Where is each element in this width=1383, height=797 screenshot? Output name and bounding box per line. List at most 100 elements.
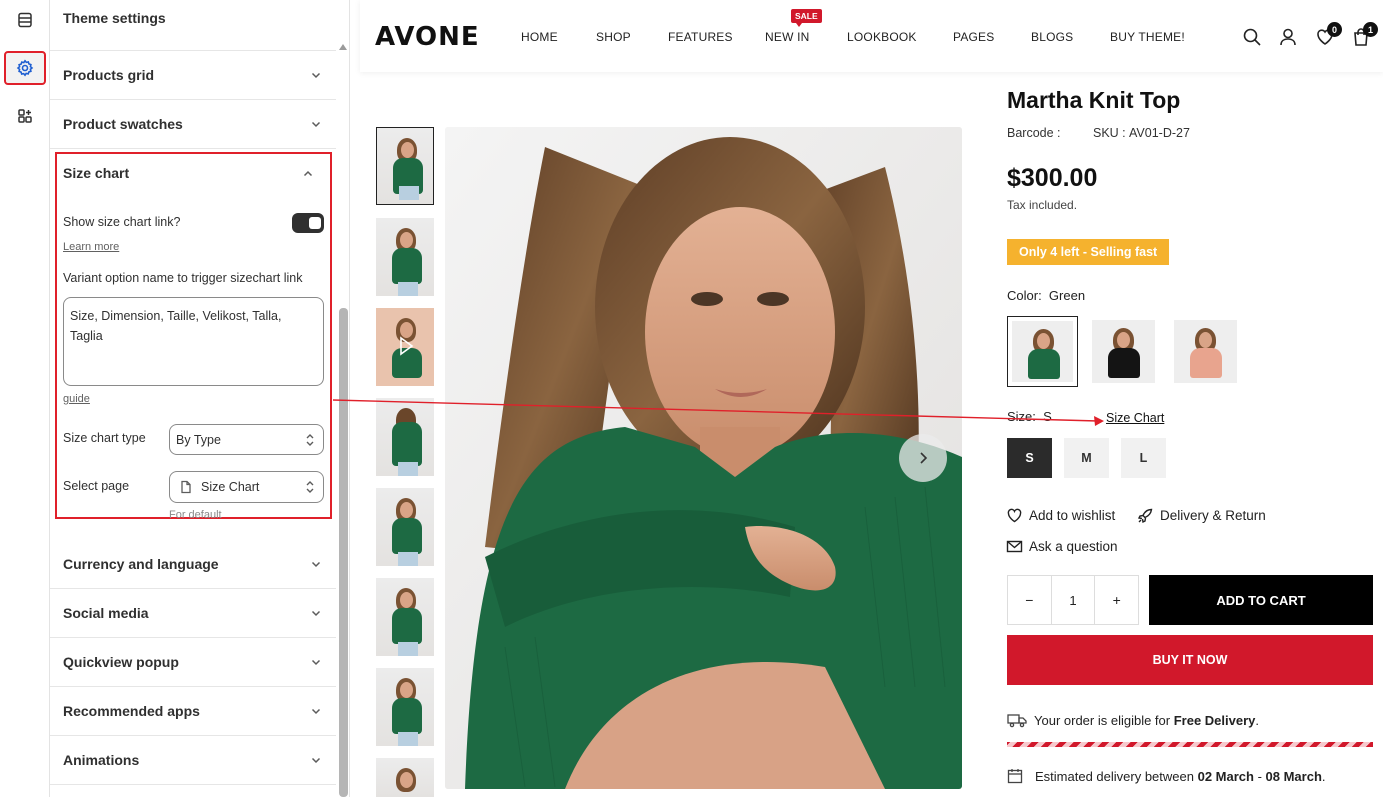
section-products-grid[interactable]: Products grid <box>50 51 336 100</box>
section-product-swatches[interactable]: Product swatches <box>50 100 336 149</box>
apps-icon[interactable] <box>4 99 46 133</box>
section-label: Currency and language <box>63 556 219 572</box>
nav-buy-theme[interactable]: BUY THEME! <box>1110 30 1185 44</box>
delivery-return-link[interactable]: Delivery & Return <box>1137 507 1266 524</box>
account-icon[interactable] <box>1278 27 1298 47</box>
est-from: 02 March <box>1197 768 1254 784</box>
for-default-hint: For default <box>169 509 222 521</box>
delivery-return-label: Delivery & Return <box>1160 508 1266 523</box>
buy-it-now-button[interactable]: BUY IT NOW <box>1007 635 1373 685</box>
chevron-down-icon <box>296 705 336 717</box>
size-option-label: Size: S <box>1007 409 1052 424</box>
qty-plus-button[interactable]: + <box>1095 576 1138 624</box>
storefront-preview: AVONE HOME SHOP FEATURES NEW IN SALE LOO… <box>360 0 1383 797</box>
nav-shop[interactable]: SHOP <box>596 30 631 44</box>
panel-title: Theme settings <box>63 10 166 26</box>
show-link-label: Show size chart link? <box>63 215 181 229</box>
variant-option-textarea[interactable]: Size, Dimension, Taille, Velikost, Talla… <box>63 297 324 386</box>
gallery-next-button[interactable] <box>899 434 947 482</box>
sale-badge: SALE <box>791 9 822 27</box>
screen: Theme settings Products grid Product swa… <box>0 0 1383 797</box>
free-delivery-progress <box>1007 742 1373 747</box>
chevron-down-icon <box>296 69 336 81</box>
editor-icon-rail <box>0 0 50 797</box>
size-chart-section-title[interactable]: Size chart <box>63 165 129 181</box>
free-delivery-suffix: . <box>1255 712 1260 728</box>
color-swatch-green[interactable] <box>1007 316 1078 387</box>
section-social-media[interactable]: Social media <box>50 589 336 638</box>
guide-link[interactable]: guide <box>63 393 90 405</box>
gallery-thumb[interactable] <box>376 668 434 746</box>
nav-pages[interactable]: PAGES <box>953 30 994 44</box>
cart-count: 1 <box>1363 22 1378 37</box>
section-label: Animations <box>63 752 140 768</box>
qty-minus-button[interactable]: − <box>1008 576 1051 624</box>
section-currency-language[interactable]: Currency and language <box>50 540 336 589</box>
nav-blogs[interactable]: BLOGS <box>1031 30 1073 44</box>
nav-home[interactable]: HOME <box>521 30 558 44</box>
color-swatch-pink[interactable] <box>1170 316 1241 387</box>
panel-scrollbar[interactable] <box>339 308 348 797</box>
qty-input[interactable]: 1 <box>1050 576 1096 624</box>
play-icon <box>400 336 414 356</box>
gallery-thumb[interactable] <box>376 578 434 656</box>
gallery-thumb[interactable] <box>376 398 434 476</box>
truck-icon <box>1007 714 1027 728</box>
est-to: 08 March <box>1265 768 1322 784</box>
product-main-image[interactable] <box>445 127 962 789</box>
chevron-down-icon <box>296 754 336 766</box>
gallery-thumb-video[interactable] <box>376 308 434 386</box>
gallery-thumb[interactable] <box>376 758 434 797</box>
size-chart-type-select[interactable]: By Type <box>169 424 324 455</box>
store-logo[interactable]: AVONE <box>375 22 480 52</box>
ask-question-link[interactable]: Ask a question <box>1006 538 1118 555</box>
show-size-chart-toggle[interactable] <box>292 213 324 233</box>
color-label: Color: <box>1007 288 1042 303</box>
chevron-up-icon[interactable] <box>302 167 314 185</box>
stock-badge: Only 4 left - Selling fast <box>1007 239 1170 265</box>
free-delivery-prefix: Your order is eligible for <box>1034 712 1174 728</box>
theme-settings-gear-icon[interactable] <box>4 51 46 85</box>
select-chevrons-icon <box>306 434 314 446</box>
chevron-down-icon <box>296 118 336 130</box>
section-label: Products grid <box>63 67 155 83</box>
wishlist-label: Add to wishlist <box>1029 508 1116 523</box>
nav-features[interactable]: FEATURES <box>668 30 733 44</box>
section-quickview-popup[interactable]: Quickview popup <box>50 638 336 687</box>
store-header: AVONE HOME SHOP FEATURES NEW IN SALE LOO… <box>360 0 1383 72</box>
heart-icon <box>1007 508 1022 523</box>
learn-more-link[interactable]: Learn more <box>63 241 119 253</box>
sections-icon[interactable] <box>4 3 46 37</box>
barcode-label: Barcode : <box>1007 126 1061 140</box>
envelope-icon <box>1006 540 1023 553</box>
page-icon <box>181 480 191 494</box>
add-to-wishlist-link[interactable]: Add to wishlist <box>1006 507 1115 524</box>
select-page-select[interactable]: Size Chart <box>169 471 324 503</box>
rocket-icon <box>1137 508 1153 524</box>
scroll-up-arrow[interactable] <box>339 44 347 50</box>
section-recommended-apps[interactable]: Recommended apps <box>50 687 336 736</box>
size-button-s[interactable]: S <box>1007 438 1052 478</box>
quantity-stepper: − 1 + <box>1007 575 1139 625</box>
nav-new-in[interactable]: NEW IN <box>765 30 810 44</box>
search-icon[interactable] <box>1242 27 1262 47</box>
chevron-down-icon <box>296 607 336 619</box>
add-to-cart-button[interactable]: ADD TO CART <box>1149 575 1373 625</box>
size-button-l[interactable]: L <box>1121 438 1166 478</box>
select-value: Size Chart <box>201 480 260 494</box>
color-swatch-black[interactable] <box>1088 316 1159 387</box>
gallery-thumb[interactable] <box>376 218 434 296</box>
toggle-knob <box>309 217 321 229</box>
gallery-thumb[interactable] <box>376 488 434 566</box>
free-delivery-notice: Your order is eligible for Free Delivery… <box>1007 712 1259 728</box>
est-suffix: . <box>1321 768 1326 784</box>
section-animations[interactable]: Animations <box>50 736 336 785</box>
size-chart-link[interactable]: Size Chart <box>1106 411 1164 425</box>
nav-lookbook[interactable]: LOOKBOOK <box>847 30 917 44</box>
size-button-m[interactable]: M <box>1064 438 1109 478</box>
gallery-thumb[interactable] <box>376 127 434 205</box>
est-sep: - <box>1253 768 1266 784</box>
color-value: Green <box>1048 288 1086 303</box>
size-label: Size: <box>1007 409 1036 424</box>
chevron-right-icon <box>920 452 928 464</box>
